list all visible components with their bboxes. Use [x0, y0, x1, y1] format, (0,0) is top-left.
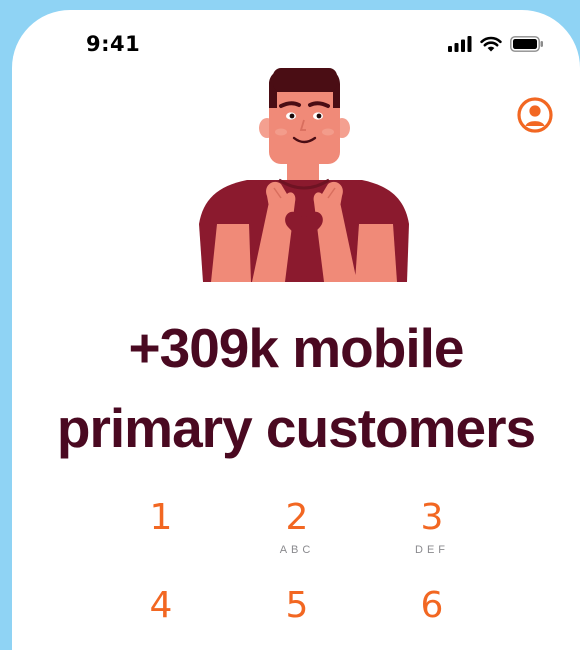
status-icons	[448, 36, 544, 52]
key-4[interactable]: 4	[111, 584, 211, 650]
key-digit: 3	[420, 497, 444, 538]
key-5[interactable]: 5	[247, 584, 347, 650]
battery-icon	[510, 36, 544, 52]
key-digit: 1	[149, 497, 173, 538]
key-2[interactable]: 2 ABC	[247, 496, 347, 580]
phone-screen: 9:41 +309k mobile primary customers 1 2 …	[12, 10, 580, 650]
key-digit: 5	[285, 585, 309, 626]
hero-illustration	[197, 68, 412, 282]
key-letters: ABC	[279, 544, 315, 556]
key-digit: 6	[420, 585, 444, 626]
status-time: 9:41	[86, 32, 141, 56]
user-circle-icon	[517, 97, 553, 133]
key-letters: DEF	[415, 544, 449, 556]
headline-line-2: primary customers	[56, 397, 536, 459]
profile-button[interactable]	[516, 96, 554, 134]
headline: +309k mobile primary customers	[12, 308, 580, 468]
key-6[interactable]: 6	[382, 584, 482, 650]
cellular-signal-icon	[448, 36, 472, 52]
wifi-icon	[480, 36, 502, 52]
headline-line-1: +309k mobile	[128, 317, 465, 379]
key-1[interactable]: 1	[111, 496, 211, 580]
key-digit: 4	[149, 585, 173, 626]
status-bar: 9:41	[12, 10, 580, 74]
key-digit: 2	[285, 497, 309, 538]
key-3[interactable]: 3 DEF	[382, 496, 482, 580]
